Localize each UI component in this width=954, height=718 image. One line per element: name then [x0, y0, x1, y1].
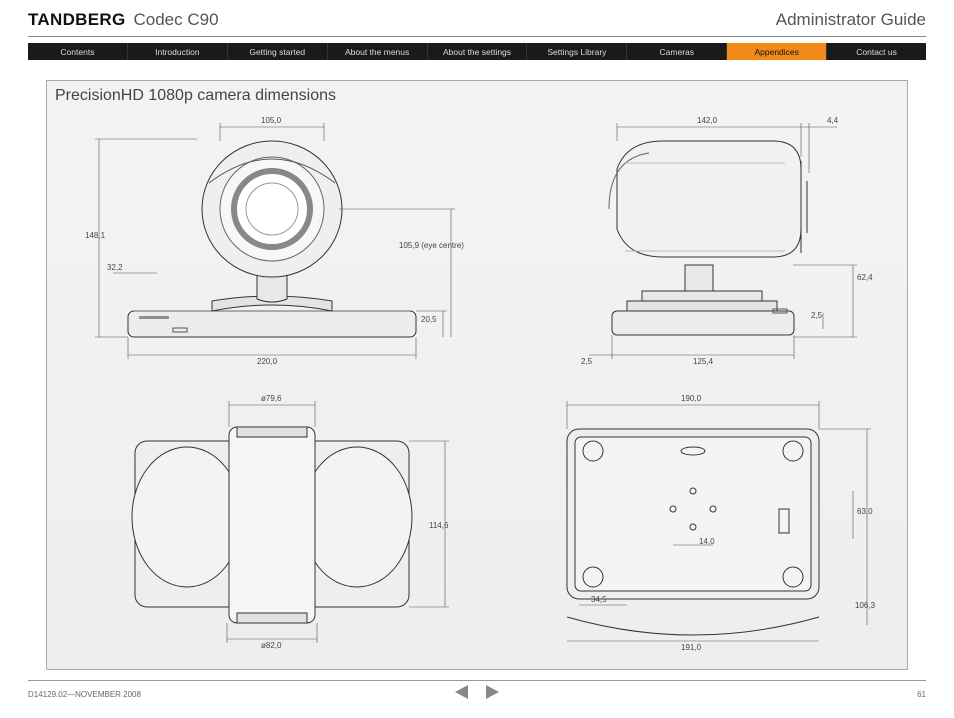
header-rule	[28, 36, 926, 37]
nav-appendices[interactable]: Appendices	[727, 43, 827, 60]
nav-getting-started[interactable]: Getting started	[228, 43, 328, 60]
dim-front-top-width: 105,0	[261, 116, 281, 125]
dim-bottom-hole-spacing: 14,0	[699, 537, 715, 546]
dim-side-base-depth: 125,4	[693, 357, 713, 366]
dim-side-foot: 2,5	[811, 311, 822, 320]
drawing-top-view: ø79,6 ø82,0 114,6	[57, 381, 487, 661]
dim-bottom-depth: 63,0	[857, 507, 873, 516]
drawing-bottom-view: 190,0 191,0 14,0 34,5 63,0 106,3	[497, 381, 899, 661]
dim-top-depth: 114,6	[429, 521, 448, 530]
content-frame: PrecisionHD 1080p camera dimensions	[46, 80, 908, 670]
dim-front-base-height: 20,5	[421, 315, 437, 324]
dim-front-neck-offset: 32,2	[107, 263, 123, 272]
nav-about-settings[interactable]: About the settings	[428, 43, 528, 60]
dim-front-eye-centre: 105,9 (eye centre)	[399, 241, 464, 250]
doc-id: D14129.02—NOVEMBER 2008	[28, 690, 141, 699]
dim-front-height: 148,1	[85, 231, 105, 240]
dim-bottom-front-offset: 34,5	[591, 595, 607, 604]
drawing-side-view: 142,0 4,4 125,4 62,4 2,5 2,5	[497, 113, 899, 368]
nav-about-menus[interactable]: About the menus	[328, 43, 428, 60]
prev-page-icon[interactable]	[454, 684, 470, 700]
section-title: PrecisionHD 1080p camera dimensions	[55, 87, 336, 105]
brand-name: TANDBERG	[28, 10, 125, 30]
dim-top-base-dia: ø82,0	[261, 641, 281, 650]
page-title: Administrator Guide	[776, 10, 926, 30]
dim-side-nose: 4,4	[827, 116, 838, 125]
dim-side-top-depth: 142,0	[697, 116, 717, 125]
page-number: 61	[917, 690, 926, 699]
dim-side-front-clear: 2,5	[581, 357, 592, 366]
next-page-icon[interactable]	[484, 684, 500, 700]
dim-bottom-width: 190,0	[681, 394, 701, 403]
nav-introduction[interactable]: Introduction	[128, 43, 228, 60]
footer-rule	[28, 680, 926, 681]
dim-bottom-inner-width: 191,0	[681, 643, 701, 652]
dim-top-neck-dia: ø79,6	[261, 394, 281, 403]
product-name: Codec C90	[133, 10, 218, 30]
dim-side-height: 62,4	[857, 273, 873, 282]
dim-bottom-overall-depth: 106,3	[855, 601, 875, 610]
nav-settings-library[interactable]: Settings Library	[527, 43, 627, 60]
drawing-front-view: 148,1 105,0 32,2 220,0 20,5 105,9 (eye c…	[57, 113, 487, 368]
top-nav: Contents Introduction Getting started Ab…	[28, 43, 926, 60]
dim-front-base-width: 220,0	[257, 357, 277, 366]
nav-cameras[interactable]: Cameras	[627, 43, 727, 60]
nav-contents[interactable]: Contents	[28, 43, 128, 60]
nav-contact-us[interactable]: Contact us	[827, 43, 926, 60]
